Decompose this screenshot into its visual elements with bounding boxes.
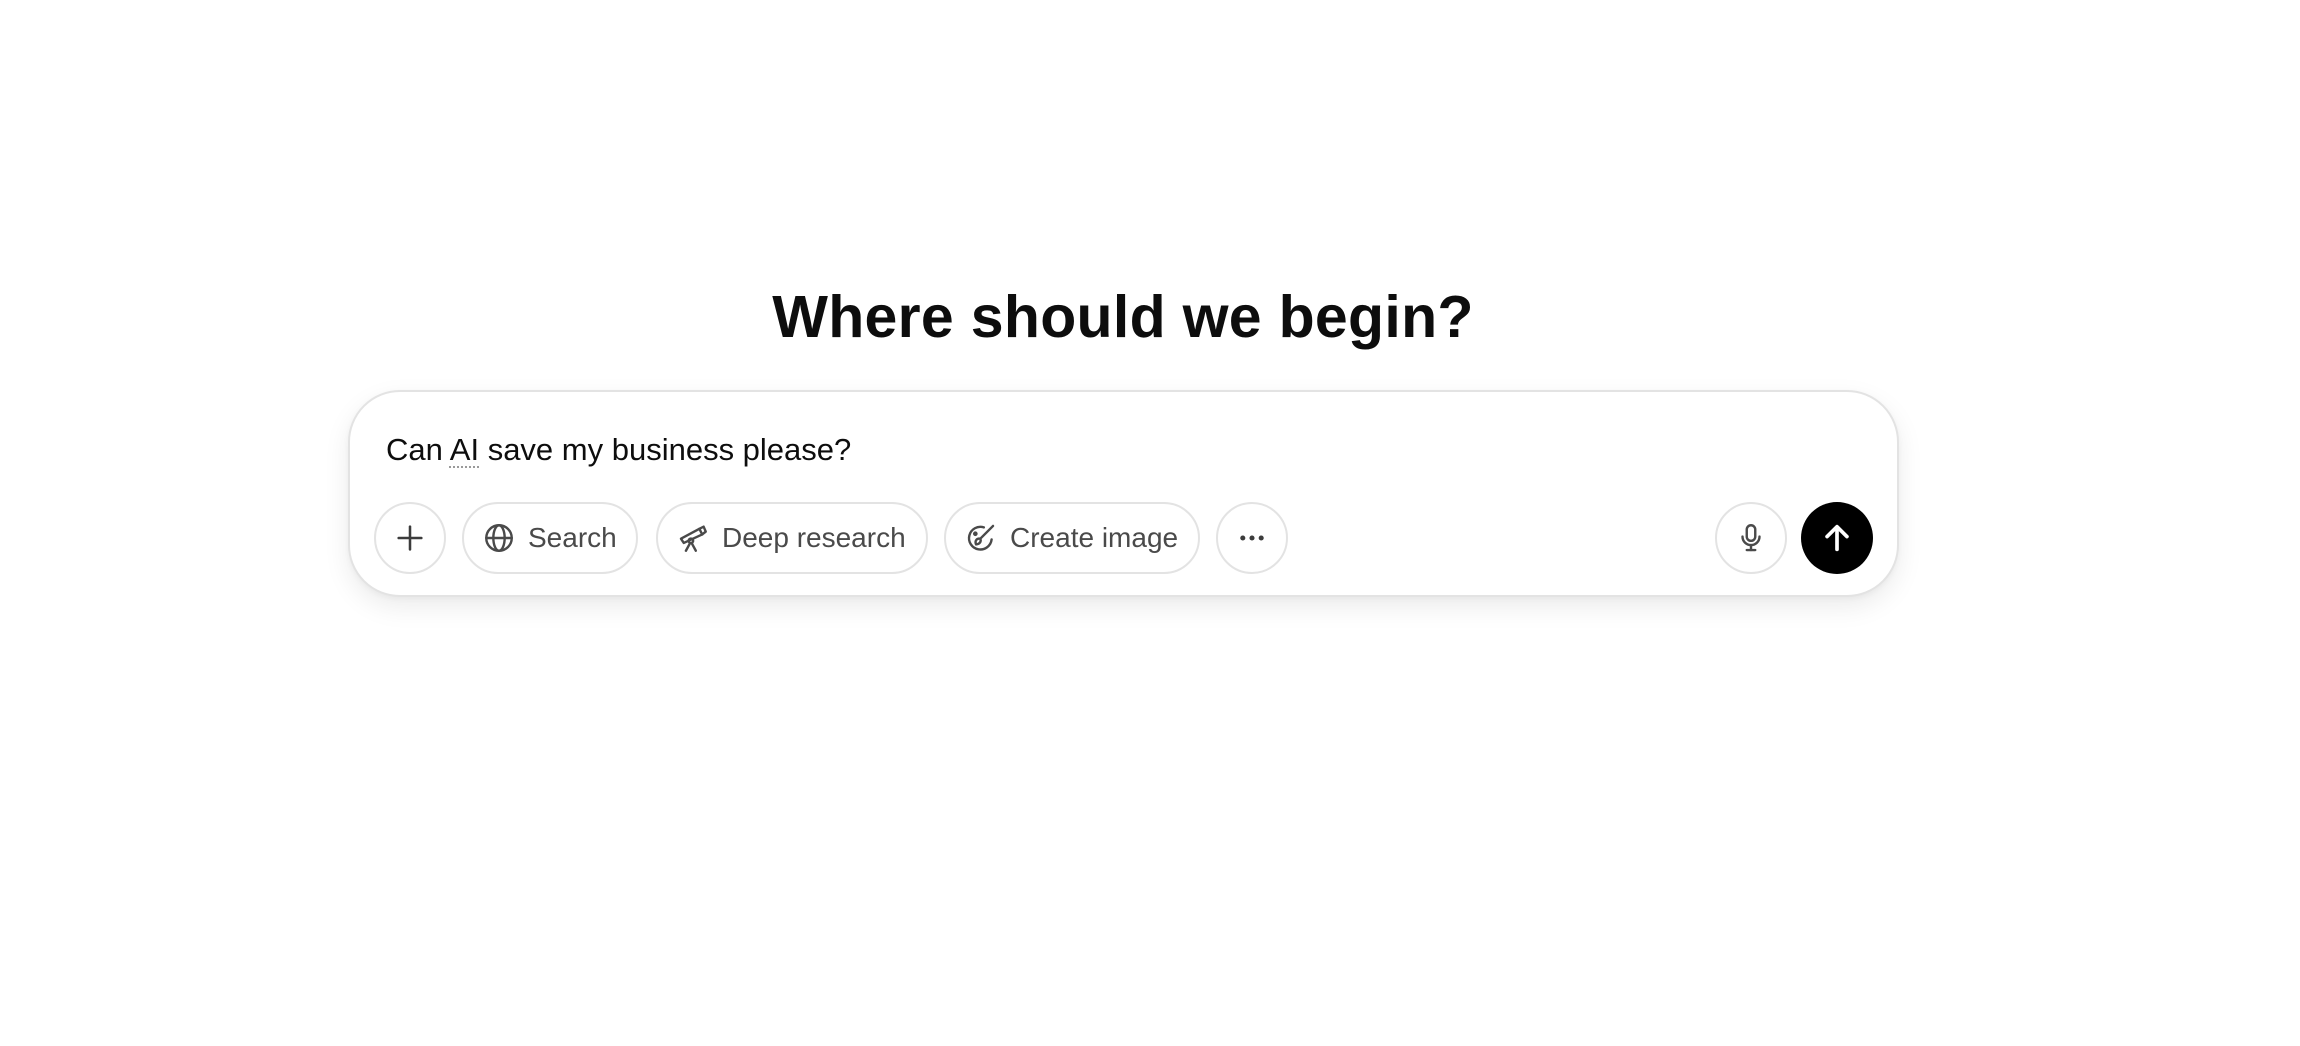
prompt-input[interactable]: Can AI save my business please? [386,428,851,472]
paintbrush-icon [964,521,998,555]
plus-icon [393,521,427,555]
ellipsis-icon [1235,521,1269,555]
prompt-text-flagged-word[interactable]: AI [450,432,479,467]
page: Where should we begin? Can AI save my bu… [0,0,2300,1046]
search-button-label: Search [528,522,617,553]
create-image-button-label: Create image [1010,522,1179,553]
create-image-button[interactable]: Create image [944,502,1200,574]
arrow-up-icon [1820,521,1854,555]
search-button[interactable]: Search [462,502,638,574]
add-attachment-button[interactable] [374,502,446,574]
prompt-composer[interactable]: Can AI save my business please? Search D… [348,390,1899,597]
send-button[interactable] [1801,502,1873,574]
more-tools-button[interactable] [1216,502,1288,574]
telescope-icon [676,521,710,555]
voice-input-button[interactable] [1715,502,1787,574]
deep-research-button-label: Deep research [722,522,906,553]
globe-icon [482,521,516,555]
microphone-icon [1734,521,1768,555]
prompt-text-end: save my business please? [479,432,852,467]
composer-toolbar: Search Deep research Create image [374,502,1873,574]
page-title: Where should we begin? [772,284,1474,350]
prompt-text-start: Can [386,432,450,467]
deep-research-button[interactable]: Deep research [656,502,928,574]
